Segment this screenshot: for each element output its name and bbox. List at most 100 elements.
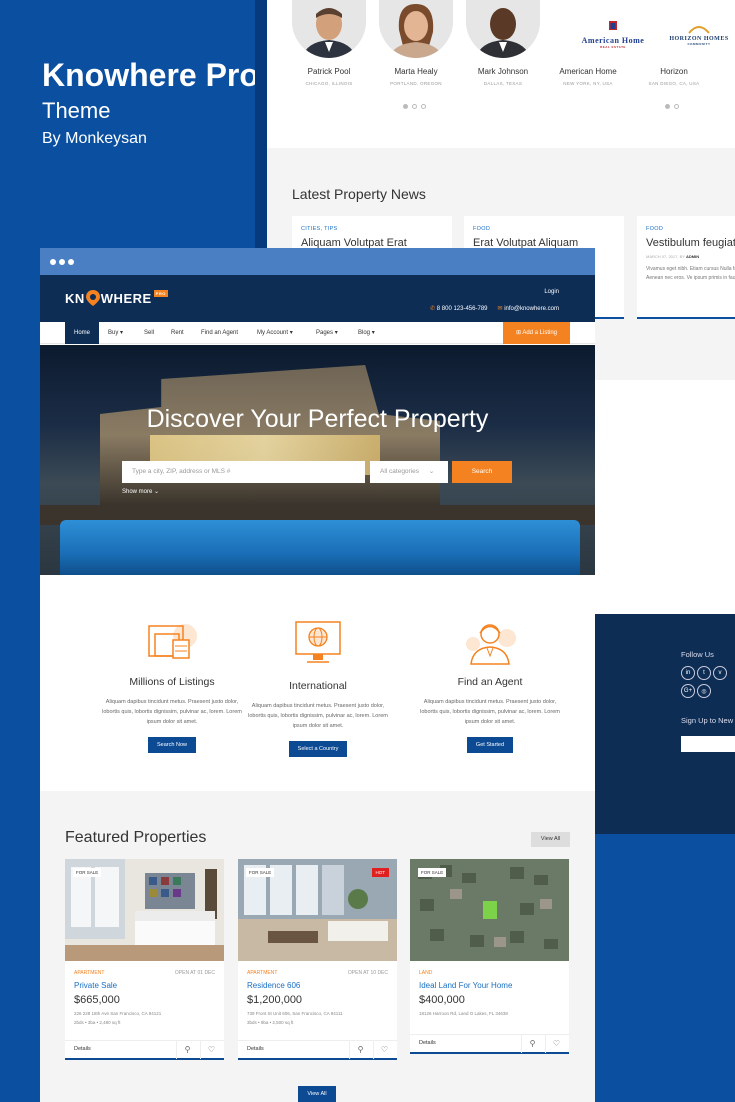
heart-icon[interactable]: ♡ <box>200 1041 222 1059</box>
get-started-button[interactable]: Get Started <box>466 737 514 753</box>
details-link[interactable]: Details <box>247 1046 264 1052</box>
share-icon[interactable]: ⚲ <box>176 1041 198 1059</box>
agent-card[interactable]: Marta Healy PORTLAND, OREGON <box>376 0 456 86</box>
agent-name: Mark Johnson <box>477 67 529 76</box>
agent-avatar <box>379 0 453 58</box>
heart-icon[interactable]: ♡ <box>545 1035 567 1053</box>
details-link[interactable]: Details <box>419 1040 436 1046</box>
nav-find-agent[interactable]: Find an Agent <box>201 322 238 344</box>
property-name[interactable]: Ideal Land For Your Home <box>419 981 512 990</box>
property-image[interactable]: FOR SALE <box>410 859 569 961</box>
feature-international: International Aliquam dapibus tincidunt … <box>243 620 393 757</box>
signup-heading: Sign Up to New <box>681 716 734 725</box>
carousel-dots[interactable] <box>665 104 679 109</box>
property-image[interactable]: FOR SALE <box>65 859 224 961</box>
google-plus-icon[interactable]: G+ <box>681 684 695 698</box>
news-category[interactable]: FOOD <box>473 226 615 232</box>
background-strip <box>255 0 267 250</box>
property-type: APARTMENT <box>74 970 105 976</box>
card-footer: Details ⚲ ♡ <box>65 1040 224 1059</box>
category-select[interactable]: All categories ⌄ <box>370 461 448 483</box>
agent-card[interactable]: Mark Johnson DALLAS, TEXAS <box>463 0 543 86</box>
background-page-middle <box>595 380 735 614</box>
phone-contact[interactable]: ✆ 8 800 123-456-789 <box>430 305 487 312</box>
news-category[interactable]: FOOD <box>646 226 726 232</box>
search-now-button[interactable]: Search Now <box>148 737 196 753</box>
property-price: $665,000 <box>74 994 120 1006</box>
email-address: info@knowhere.com <box>504 306 559 312</box>
agent-location: CHICAGO, ILLINOIS <box>305 81 353 86</box>
property-image[interactable]: FOR SALE HOT <box>238 859 397 961</box>
phone-number: 8 800 123-456-789 <box>436 306 488 312</box>
nav-blog[interactable]: Blog ▾ <box>358 322 375 344</box>
share-icon[interactable]: ⚲ <box>521 1035 543 1053</box>
agent-location: SAN DIEGO, CA, USA <box>648 81 700 86</box>
nav-rent[interactable]: Rent <box>171 322 184 344</box>
property-address: 739 Front St Unit 606, San Francisco, CA… <box>247 1011 343 1016</box>
window-dot-icon[interactable] <box>59 258 65 265</box>
property-name[interactable]: Private Sale <box>74 981 117 990</box>
newsletter-input[interactable] <box>681 736 735 752</box>
chevron-down-icon: ▾ <box>289 330 293 336</box>
tumblr-icon[interactable]: t <box>697 666 711 680</box>
email-contact[interactable]: ✉ info@knowhere.com <box>498 305 560 312</box>
agent-location: DALLAS, TEXAS <box>483 81 523 86</box>
site-logo[interactable]: KN WHERE PRO <box>65 290 168 306</box>
add-listing-button[interactable]: ⊞ Add a Listing <box>503 322 570 344</box>
nav-sell[interactable]: Sell <box>144 322 154 344</box>
heart-icon[interactable]: ♡ <box>373 1041 395 1059</box>
hero-pool <box>60 520 580 575</box>
show-more-toggle[interactable]: Show more ⌄ <box>122 488 159 495</box>
brand-theme: Theme <box>42 98 111 123</box>
login-link[interactable]: Login <box>544 289 559 295</box>
listings-icon <box>145 620 199 666</box>
view-all-button[interactable]: View All <box>531 832 570 847</box>
chevron-down-icon: ⌄ <box>428 468 435 475</box>
brand-block: Knowhere Pro Theme By Monkeysan <box>42 59 259 148</box>
search-button[interactable]: Search <box>452 461 512 483</box>
nav-pages[interactable]: Pages ▾ <box>316 322 338 344</box>
feature-text: Aliquam dapibus tincidunt metus. Praesen… <box>248 703 388 729</box>
agent-card[interactable]: Patrick Pool CHICAGO, ILLINOIS <box>289 0 369 86</box>
search-input[interactable]: Type a city, ZIP, address or MLS # <box>122 461 365 483</box>
browser-window: KN WHERE PRO Login ✆ 8 800 123-456-789 ✉… <box>40 248 595 1102</box>
feature-title: Find an Agent <box>457 676 523 688</box>
nav-buy[interactable]: Buy ▾ <box>108 322 123 344</box>
details-link[interactable]: Details <box>74 1046 91 1052</box>
news-date: MARCH 07, 2017, BY ADMIN <box>646 254 700 259</box>
chevron-down-icon: ▾ <box>334 330 338 336</box>
property-name[interactable]: Residence 606 <box>247 981 300 990</box>
logo-text-right: WHERE <box>100 290 152 306</box>
property-price: $1,200,000 <box>247 994 303 1006</box>
select-country-button[interactable]: Select a Country <box>288 741 348 757</box>
property-price: $400,000 <box>419 994 465 1006</box>
window-dot-icon[interactable] <box>50 258 56 265</box>
agent-card[interactable]: American Home REAL ESTATE American Home N… <box>548 0 644 86</box>
news-title[interactable]: Vestibulum feugiat <box>646 237 735 249</box>
linkedin-icon[interactable]: in <box>681 666 695 680</box>
agent-card[interactable]: HORIZON HOMES COMMUNITY Horizon SAN DIEGO… <box>634 0 728 86</box>
agent-avatar <box>292 0 366 58</box>
property-meta: 2bds • 3ba • 2,480 sq ft <box>74 1020 121 1025</box>
property-card[interactable]: FOR SALE HOT APARTMENT OPEN AT 10 DEC Re… <box>238 859 397 1060</box>
instagram-icon[interactable]: ◎ <box>697 684 711 698</box>
nav-home[interactable]: Home <box>65 322 100 344</box>
view-all-bottom-button[interactable]: View All <box>298 1086 336 1102</box>
open-house-date: OPEN AT 10 DEC <box>347 970 388 976</box>
news-card[interactable]: FOOD Vestibulum feugiat MARCH 07, 2017, … <box>637 216 735 319</box>
agent-location: PORTLAND, OREGON <box>390 81 442 86</box>
window-dot-icon[interactable] <box>68 258 74 265</box>
follow-us-heading: Follow Us <box>681 650 714 659</box>
carousel-dots[interactable] <box>403 104 426 109</box>
window-titlebar <box>40 248 595 275</box>
news-category[interactable]: CITIES, TIPS <box>301 226 443 232</box>
nav-my-account[interactable]: My Account ▾ <box>257 322 293 344</box>
agent-icon <box>463 620 517 666</box>
property-card[interactable]: FOR SALE APARTMENT OPEN AT 01 DEC Privat… <box>65 859 224 1060</box>
horizon-homes-logo-subtext: COMMUNITY <box>688 42 711 46</box>
share-icon[interactable]: ⚲ <box>349 1041 371 1059</box>
vimeo-icon[interactable]: v <box>713 666 727 680</box>
property-card[interactable]: FOR SALE LAND Ideal Land For Your Home $… <box>410 859 569 1054</box>
for-sale-badge: FOR SALE <box>418 868 447 877</box>
hero-banner: Discover Your Perfect Property Type a ci… <box>40 345 595 575</box>
